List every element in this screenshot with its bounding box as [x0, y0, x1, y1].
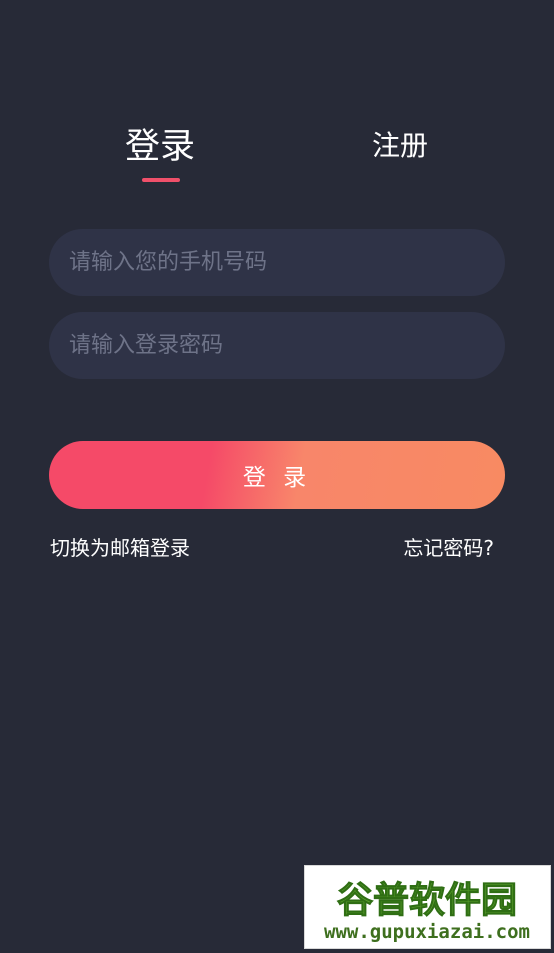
password-input[interactable] — [49, 312, 505, 379]
switch-to-email-login-link[interactable]: 切换为邮箱登录 — [50, 533, 190, 563]
phone-input[interactable] — [49, 229, 505, 296]
phone-field — [49, 229, 505, 296]
tab-register[interactable]: 注册 — [350, 124, 450, 168]
active-tab-indicator — [142, 178, 180, 182]
login-button[interactable]: 登 录 — [49, 441, 505, 509]
watermark-logo: 谷普软件园 www.gupuxiazai.com — [324, 880, 530, 944]
password-field — [49, 312, 505, 379]
forgot-password-link[interactable]: 忘记密码? — [403, 533, 494, 563]
tab-login[interactable]: 登录 — [110, 122, 210, 172]
watermark-brand: 谷普软件园 — [337, 880, 517, 921]
watermark: 谷普软件园 www.gupuxiazai.com — [304, 865, 551, 949]
watermark-url: www.gupuxiazai.com — [324, 921, 530, 943]
